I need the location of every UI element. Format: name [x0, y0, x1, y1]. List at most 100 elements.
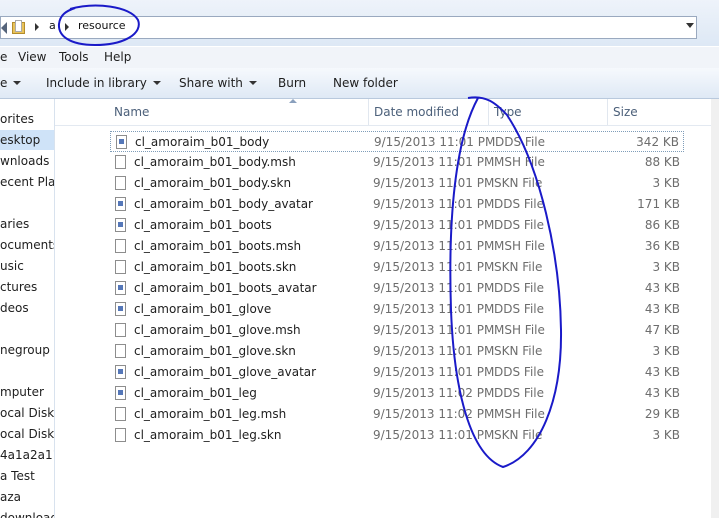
- dds-file-icon: [115, 197, 126, 211]
- file-name: cl_amoraim_b01_body_avatar: [134, 197, 313, 211]
- file-type: DDS File: [494, 281, 544, 295]
- new-folder-button[interactable]: New folder: [333, 76, 398, 90]
- breadcrumb-a[interactable]: a: [49, 19, 56, 32]
- column-name[interactable]: Name: [114, 105, 149, 119]
- menu-help[interactable]: Help: [104, 50, 131, 64]
- file-date: 9/15/2013 11:01 PM: [373, 428, 495, 442]
- column-date-modified[interactable]: Date modified: [374, 105, 459, 119]
- file-date: 9/15/2013 11:01 PM: [373, 365, 495, 379]
- file-icon: [115, 323, 126, 337]
- file-icon: [115, 344, 126, 358]
- dds-file-icon: [115, 218, 126, 232]
- file-type: SKN File: [494, 344, 543, 358]
- file-date: 9/15/2013 11:01 PM: [373, 260, 495, 274]
- file-type: DDS File: [494, 365, 544, 379]
- file-name: cl_amoraim_b01_glove.msh: [134, 323, 301, 337]
- dds-file-icon: [115, 281, 126, 295]
- file-row[interactable]: cl_amoraim_b01_glove_avatar 9/15/2013 11…: [110, 362, 684, 383]
- nav-item-libraries[interactable]: aries: [0, 214, 29, 234]
- file-name: cl_amoraim_b01_boots.msh: [134, 239, 302, 253]
- nav-item-homegroup[interactable]: negroup: [0, 340, 50, 360]
- share-with-button[interactable]: Share with: [179, 76, 257, 90]
- file-row[interactable]: cl_amoraim_b01_body.skn 9/15/2013 11:01 …: [110, 173, 684, 194]
- file-icon: [115, 260, 126, 274]
- file-size: 86 KB: [644, 218, 680, 232]
- file-date: 9/15/2013 11:01 PM: [373, 155, 495, 169]
- file-row[interactable]: cl_amoraim_b01_boots_avatar 9/15/2013 11…: [110, 278, 684, 299]
- nav-item-music[interactable]: usic: [0, 256, 24, 276]
- file-row[interactable]: cl_amoraim_b01_leg.msh 9/15/2013 11:02 P…: [110, 404, 684, 425]
- file-row[interactable]: cl_amoraim_b01_leg.skn 9/15/2013 11:01 P…: [110, 425, 684, 446]
- file-date: 9/15/2013 11:01 PM: [373, 281, 495, 295]
- file-name: cl_amoraim_b01_glove: [134, 302, 272, 316]
- nav-item-favorites[interactable]: orites: [0, 109, 34, 129]
- file-date: 9/15/2013 11:01 PM: [374, 135, 496, 149]
- file-row[interactable]: cl_amoraim_b01_body_avatar 9/15/2013 11:…: [110, 194, 684, 215]
- file-type: MSH File: [494, 323, 545, 337]
- nav-item-drive-id[interactable]: 4a1a2a11e7096: [0, 445, 54, 465]
- address-bar[interactable]: a resource: [0, 16, 697, 39]
- back-arrow-icon[interactable]: [1, 22, 7, 34]
- column-type[interactable]: Type: [494, 105, 522, 119]
- file-date: 9/15/2013 11:01 PM: [373, 302, 495, 316]
- nav-item-recent-places[interactable]: ecent Places: [0, 172, 54, 192]
- nav-item-videos[interactable]: deos: [0, 298, 29, 318]
- nav-item-local-disk-c[interactable]: ocal Disk (C:): [0, 403, 54, 423]
- file-icon: [115, 176, 126, 190]
- menu-edit[interactable]: e: [0, 50, 7, 64]
- file-date: 9/15/2013 11:01 PM: [373, 218, 495, 232]
- nav-item-desktop[interactable]: esktop: [0, 130, 54, 150]
- chevron-down-icon: [152, 81, 161, 85]
- file-type: DDS File: [494, 218, 544, 232]
- column-divider[interactable]: [488, 99, 489, 125]
- nav-item-aza[interactable]: aza: [0, 487, 21, 507]
- dds-file-icon: [115, 365, 126, 379]
- nav-item-download[interactable]: download: [0, 508, 54, 518]
- include-in-library-button[interactable]: Include in library: [46, 76, 161, 90]
- chevron-right-icon[interactable]: [65, 23, 69, 31]
- file-type: SKN File: [494, 176, 543, 190]
- file-name: cl_amoraim_b01_boots_avatar: [134, 281, 317, 295]
- file-name: cl_amoraim_b01_boots: [134, 218, 272, 232]
- file-icon: [115, 428, 126, 442]
- file-row[interactable]: cl_amoraim_b01_boots.msh 9/15/2013 11:01…: [110, 236, 684, 257]
- file-size: 43 KB: [644, 365, 680, 379]
- column-divider[interactable]: [368, 99, 369, 125]
- organize-button[interactable]: e: [0, 76, 22, 90]
- file-row[interactable]: cl_amoraim_b01_glove 9/15/2013 11:01 PM …: [110, 299, 684, 320]
- file-row[interactable]: cl_amoraim_b01_body.msh 9/15/2013 11:01 …: [110, 152, 684, 173]
- nav-item-pictures[interactable]: ctures: [0, 277, 37, 297]
- burn-button[interactable]: Burn: [278, 76, 306, 90]
- dds-file-icon: [115, 386, 126, 400]
- file-row[interactable]: cl_amoraim_b01_leg 9/15/2013 11:02 PM DD…: [110, 383, 684, 404]
- nav-item-computer[interactable]: mputer: [0, 382, 44, 402]
- file-name: cl_amoraim_b01_body: [135, 135, 270, 149]
- nav-item-downloads[interactable]: wnloads: [0, 151, 49, 171]
- file-row[interactable]: cl_amoraim_b01_glove.skn 9/15/2013 11:01…: [110, 341, 684, 362]
- file-name: cl_amoraim_b01_glove.skn: [134, 344, 296, 358]
- vertical-scrollbar[interactable]: [711, 99, 719, 518]
- nav-item-local-disk-d[interactable]: ocal Disk (D:): [0, 424, 54, 444]
- menu-view[interactable]: View: [18, 50, 46, 64]
- chevron-down-icon[interactable]: [686, 23, 694, 28]
- command-toolbar: e Include in library Share with Burn New…: [0, 68, 719, 99]
- file-row[interactable]: cl_amoraim_b01_glove.msh 9/15/2013 11:01…: [110, 320, 684, 341]
- file-row[interactable]: cl_amoraim_b01_boots.skn 9/15/2013 11:01…: [110, 257, 684, 278]
- file-name: cl_amoraim_b01_leg: [134, 386, 257, 400]
- file-icon: [115, 155, 126, 169]
- file-name: cl_amoraim_b01_glove_avatar: [134, 365, 317, 379]
- file-type: DDS File: [494, 386, 544, 400]
- file-row[interactable]: cl_amoraim_b01_boots 9/15/2013 11:01 PM …: [110, 215, 684, 236]
- file-date: 9/15/2013 11:01 PM: [373, 197, 495, 211]
- breadcrumb-resource[interactable]: resource: [78, 19, 126, 32]
- column-size[interactable]: Size: [613, 105, 638, 119]
- nav-item-documents[interactable]: ocuments: [0, 235, 54, 255]
- file-row[interactable]: cl_amoraim_b01_body 9/15/2013 11:01 PM D…: [110, 131, 684, 152]
- menu-tools[interactable]: Tools: [59, 50, 89, 64]
- file-size: 29 KB: [644, 407, 680, 421]
- file-type: DDS File: [494, 197, 544, 211]
- chevron-right-icon[interactable]: [35, 23, 39, 31]
- nav-item-test[interactable]: a Test: [0, 466, 35, 486]
- column-divider[interactable]: [607, 99, 608, 125]
- file-type: SKN File: [494, 260, 543, 274]
